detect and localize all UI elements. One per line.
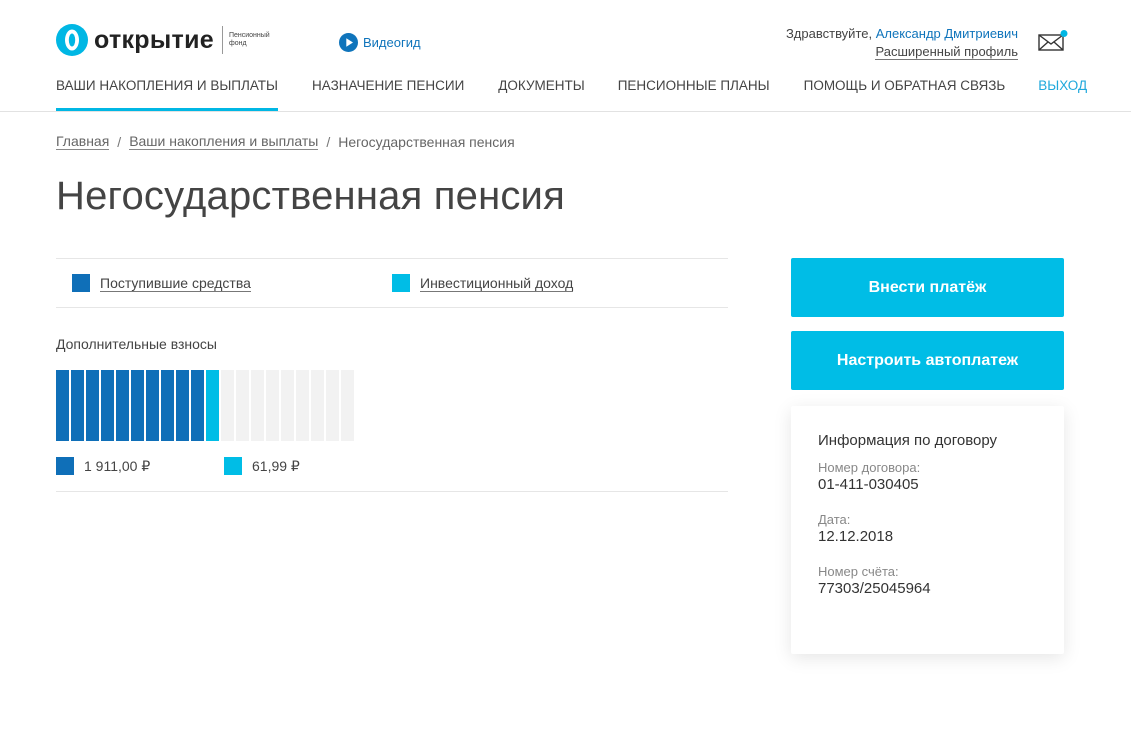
contract-date-label: Дата:: [818, 512, 851, 527]
bar-segment-empty: [251, 370, 264, 441]
legend-label-income: Инвестиционный доход: [420, 274, 574, 292]
value-swatch-income: [224, 457, 242, 475]
bar-segment-empty: [221, 370, 234, 441]
bar-segment-received: [191, 370, 204, 441]
bar-segment-received: [161, 370, 174, 441]
logo-separator: [221, 26, 223, 54]
contributions-label: Дополнительные взносы: [56, 336, 217, 352]
bar-segment-received: [71, 370, 84, 441]
logo-subtitle: Пенсионный фонд: [228, 32, 270, 47]
logo[interactable]: открытие Пенсионный фонд: [56, 24, 270, 56]
mail-icon[interactable]: [1038, 30, 1068, 52]
value-swatch-received: [56, 457, 74, 475]
bar-segment-empty: [281, 370, 294, 441]
contributions-bar-chart: [56, 370, 356, 441]
breadcrumb: Главная / Ваши накопления и выплаты / Не…: [56, 133, 515, 150]
breadcrumb-savings[interactable]: Ваши накопления и выплаты: [129, 133, 319, 150]
breadcrumb-separator: /: [326, 133, 331, 150]
value-income: 61,99 ₽: [224, 457, 300, 475]
nav-help-feedback[interactable]: ПОМОЩЬ И ОБРАТНАЯ СВЯЗЬ: [804, 77, 1006, 111]
bar-segment-empty: [266, 370, 279, 441]
chart-legend: Поступившие средства Инвестиционный дохо…: [56, 258, 728, 308]
breadcrumb-separator: /: [117, 133, 122, 150]
bar-segment-empty: [341, 370, 354, 441]
bar-segment-received: [86, 370, 99, 441]
bar-segment-empty: [311, 370, 324, 441]
value-text-income: 61,99 ₽: [252, 457, 300, 474]
videogid-label: Видеогид: [363, 35, 421, 50]
contract-number-value: 01-411-030405: [818, 476, 919, 493]
breadcrumb-home[interactable]: Главная: [56, 133, 110, 150]
page-title: Негосударственная пенсия: [56, 174, 565, 218]
setup-autopay-button[interactable]: Настроить автоплатеж: [791, 331, 1064, 390]
user-name: Александр Дмитриевич: [875, 26, 1018, 41]
play-icon: [339, 33, 358, 52]
bar-segment-received: [116, 370, 129, 441]
legend-swatch-income: [392, 274, 410, 292]
legend-item-income[interactable]: Инвестиционный доход: [392, 274, 574, 292]
main-nav: ВАШИ НАКОПЛЕНИЯ И ВЫПЛАТЫ НАЗНАЧЕНИЕ ПЕН…: [56, 77, 1087, 111]
contract-number-label: Номер договора:: [818, 460, 921, 475]
bar-segment-received: [146, 370, 159, 441]
bar-segment-received: [101, 370, 114, 441]
videogid-link[interactable]: Видеогид: [339, 33, 421, 52]
contract-number-field: Номер договора: 01-411-030405: [818, 460, 1037, 494]
account-number-value: 77303/25045964: [818, 580, 931, 597]
otkritie-logo-icon: [56, 24, 88, 56]
nav-pension-assignment[interactable]: НАЗНАЧЕНИЕ ПЕНСИИ: [312, 77, 464, 111]
user-greeting: Здравствуйте, Александр Дмитриевич Расши…: [786, 25, 1018, 60]
account-number-label: Номер счёта:: [818, 564, 899, 579]
nav-savings-payments[interactable]: ВАШИ НАКОПЛЕНИЯ И ВЫПЛАТЫ: [56, 77, 278, 111]
greeting-prefix: Здравствуйте,: [785, 26, 876, 41]
legend-label-received: Поступившие средства: [100, 274, 251, 292]
nav-pension-plans[interactable]: ПЕНСИОННЫЕ ПЛАНЫ: [618, 77, 770, 111]
make-payment-button[interactable]: Внести платёж: [791, 258, 1064, 317]
bar-segment-empty: [326, 370, 339, 441]
bar-segment-received: [176, 370, 189, 441]
bar-segment-empty: [296, 370, 309, 441]
account-number-field: Номер счёта: 77303/25045964: [818, 564, 1037, 598]
contract-info-title: Информация по договору: [818, 432, 998, 449]
legend-swatch-received: [72, 274, 90, 292]
bar-segment-received: [131, 370, 144, 441]
contract-date-value: 12.12.2018: [818, 528, 894, 545]
section-divider: [56, 491, 728, 492]
contract-date-field: Дата: 12.12.2018: [818, 512, 1037, 546]
nav-logout[interactable]: ВЫХОД: [1038, 77, 1087, 111]
legend-item-received[interactable]: Поступившие средства: [72, 274, 251, 292]
breadcrumb-current: Негосударственная пенсия: [338, 133, 515, 150]
value-received: 1 911,00 ₽: [56, 457, 150, 475]
bar-segment-empty: [236, 370, 249, 441]
extended-profile-link[interactable]: Расширенный профиль: [875, 45, 1018, 60]
value-text-received: 1 911,00 ₽: [84, 457, 151, 474]
header: открытие Пенсионный фонд Видеогид Здравс…: [0, 0, 1131, 112]
logo-text: открытие: [94, 26, 214, 54]
contract-info-card: Информация по договору Номер договора: 0…: [791, 406, 1064, 654]
nav-documents[interactable]: ДОКУМЕНТЫ: [498, 77, 584, 111]
bar-segment-received: [56, 370, 69, 441]
bar-segment-income: [206, 370, 219, 441]
